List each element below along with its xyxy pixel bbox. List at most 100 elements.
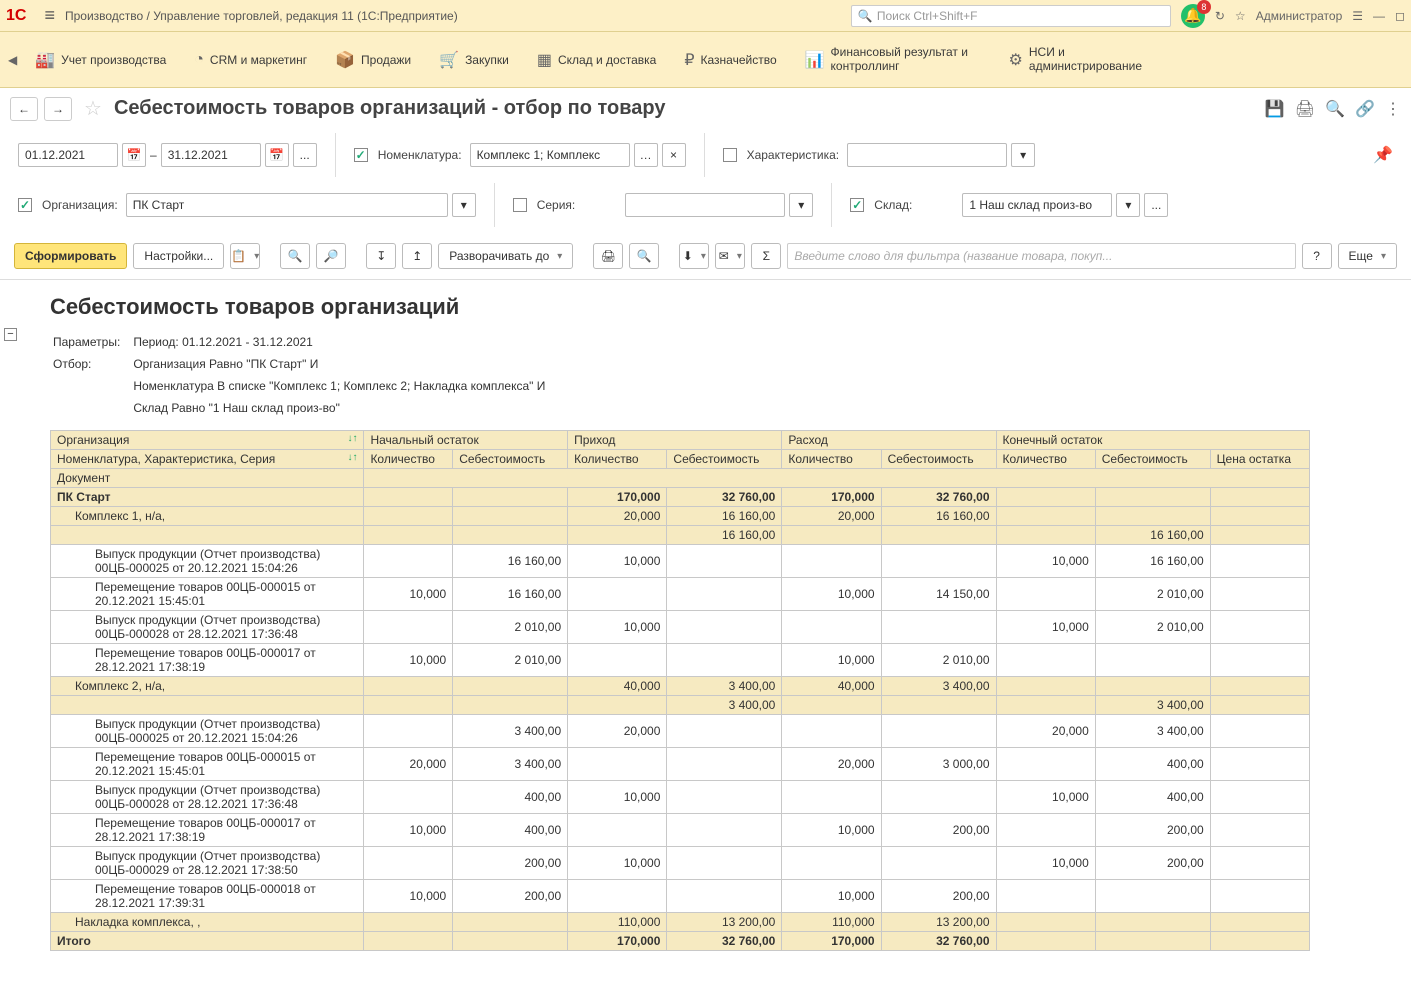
- warehouse-checkbox[interactable]: ✓: [850, 198, 864, 212]
- save-button[interactable]: ⬇: [679, 243, 709, 269]
- global-search[interactable]: 🔍 Поиск Ctrl+Shift+F: [851, 5, 1171, 27]
- col-in-cost[interactable]: Себестоимость: [667, 450, 782, 469]
- sum-button[interactable]: Σ: [751, 243, 781, 269]
- col-end-qty[interactable]: Количество: [996, 450, 1095, 469]
- col-nomenclature[interactable]: Номенклатура, Характеристика, Серия↓↑: [51, 450, 364, 469]
- find-button[interactable]: 🔍: [280, 243, 310, 269]
- nomenclature-field[interactable]: Комплекс 1; Комплекс: [470, 143, 630, 167]
- user-label[interactable]: Администратор: [1256, 9, 1343, 23]
- section-treasury[interactable]: ₽Казначейство: [670, 50, 790, 70]
- filter-input[interactable]: Введите слово для фильтра (название това…: [787, 243, 1295, 269]
- more-button[interactable]: Еще: [1338, 243, 1397, 269]
- col-start-qty[interactable]: Количество: [364, 450, 453, 469]
- warehouse-dropdown-button[interactable]: ▾: [1116, 193, 1140, 217]
- col-in-qty[interactable]: Количество: [568, 450, 667, 469]
- send-button[interactable]: ✉: [715, 243, 745, 269]
- characteristic-checkbox[interactable]: [723, 148, 737, 162]
- nav-back-button[interactable]: ←: [10, 97, 38, 121]
- date-from-calendar-button[interactable]: 📅: [122, 143, 146, 167]
- section-nsi[interactable]: ⚙НСИ и администрирование: [995, 46, 1163, 72]
- table-row[interactable]: ПК Старт170,00032 760,00170,00032 760,00: [51, 488, 1310, 507]
- favorite-icon[interactable]: ☆: [1235, 9, 1246, 23]
- table-row[interactable]: Итого170,00032 760,00170,00032 760,00: [51, 932, 1310, 951]
- warehouse-more-button[interactable]: ...: [1144, 193, 1168, 217]
- series-field[interactable]: [625, 193, 785, 217]
- table-row[interactable]: Выпуск продукции (Отчет производства) 00…: [51, 611, 1310, 644]
- maximize-icon[interactable]: ◻: [1395, 9, 1405, 23]
- collapse-root-button[interactable]: −: [4, 328, 17, 341]
- more-menu-icon[interactable]: ⋮: [1385, 99, 1401, 119]
- table-row[interactable]: Перемещение товаров 00ЦБ-000018 от 28.12…: [51, 880, 1310, 913]
- save-icon[interactable]: 💾: [1265, 99, 1285, 119]
- date-to-calendar-button[interactable]: 📅: [265, 143, 289, 167]
- date-to-field[interactable]: 31.12.2021: [161, 143, 261, 167]
- date-dash: –: [150, 148, 157, 162]
- settings-icon[interactable]: ☰: [1352, 9, 1363, 23]
- settings-button[interactable]: Настройки...: [133, 243, 224, 269]
- link-icon[interactable]: 🔗: [1355, 99, 1375, 119]
- table-row[interactable]: Выпуск продукции (Отчет производства) 00…: [51, 847, 1310, 880]
- help-button[interactable]: ?: [1302, 243, 1332, 269]
- print-icon[interactable]: 🖨: [1295, 99, 1315, 119]
- sections-left-arrow[interactable]: ◀: [4, 53, 21, 67]
- section-production[interactable]: 🏭Учет производства: [21, 50, 180, 70]
- collapse-groups-button[interactable]: ↧: [366, 243, 396, 269]
- table-row[interactable]: Выпуск продукции (Отчет производства) 00…: [51, 545, 1310, 578]
- table-row[interactable]: Перемещение товаров 00ЦБ-000017 от 28.12…: [51, 644, 1310, 677]
- filters-panel: 01.12.2021 📅 – 31.12.2021 📅 ... ✓ Номенк…: [0, 129, 1411, 237]
- section-finance[interactable]: 📊Финансовый результат и контроллинг: [791, 46, 995, 72]
- col-out-qty[interactable]: Количество: [782, 450, 881, 469]
- series-dropdown-button[interactable]: ▾: [789, 193, 813, 217]
- nomenclature-checkbox[interactable]: ✓: [354, 148, 368, 162]
- form-button[interactable]: Сформировать: [14, 243, 127, 269]
- table-row[interactable]: Накладка комплекса, ,110,00013 200,00110…: [51, 913, 1310, 932]
- table-row[interactable]: Выпуск продукции (Отчет производства) 00…: [51, 715, 1310, 748]
- col-document[interactable]: Документ: [51, 469, 364, 488]
- col-out-cost[interactable]: Себестоимость: [881, 450, 996, 469]
- table-row[interactable]: Комплекс 1, н/а,20,00016 160,0020,00016 …: [51, 507, 1310, 526]
- nomenclature-clear-button[interactable]: ×: [662, 143, 686, 167]
- col-end-price[interactable]: Цена остатка: [1210, 450, 1309, 469]
- organization-field[interactable]: ПК Старт: [126, 193, 448, 217]
- col-end-cost[interactable]: Себестоимость: [1095, 450, 1210, 469]
- section-purchases[interactable]: 🛒Закупки: [425, 50, 523, 70]
- warehouse-field[interactable]: 1 Наш склад произ-во: [962, 193, 1112, 217]
- nav-forward-button[interactable]: →: [44, 97, 72, 121]
- section-sales[interactable]: 📦Продажи: [321, 50, 425, 70]
- table-row[interactable]: Перемещение товаров 00ЦБ-000015 от 20.12…: [51, 578, 1310, 611]
- table-row[interactable]: Перемещение товаров 00ЦБ-000017 от 28.12…: [51, 814, 1310, 847]
- col-organization[interactable]: Организация↓↑: [51, 431, 364, 450]
- table-row[interactable]: Комплекс 2, н/а,40,0003 400,0040,0003 40…: [51, 677, 1310, 696]
- table-row[interactable]: 16 160,0016 160,00: [51, 526, 1310, 545]
- notifications-button[interactable]: 🔔 8: [1181, 4, 1205, 28]
- preview-icon[interactable]: 🔍: [1325, 99, 1345, 119]
- section-warehouse[interactable]: ▦Склад и доставка: [523, 50, 671, 70]
- nomenclature-more-button[interactable]: …: [634, 143, 658, 167]
- preview-button[interactable]: 🔍: [629, 243, 659, 269]
- favorite-star-icon[interactable]: ☆: [84, 96, 102, 121]
- table-row[interactable]: Перемещение товаров 00ЦБ-000015 от 20.12…: [51, 748, 1310, 781]
- organization-checkbox[interactable]: ✓: [18, 198, 32, 212]
- find-next-button[interactable]: 🔎: [316, 243, 346, 269]
- gear-icon: ⚙: [1009, 50, 1023, 70]
- col-outcome-group: Расход: [782, 431, 996, 450]
- date-more-button[interactable]: ...: [293, 143, 317, 167]
- section-crm[interactable]: ◔CRM и маркетинг: [180, 51, 321, 69]
- print-button[interactable]: 🖨: [593, 243, 623, 269]
- organization-dropdown-button[interactable]: ▾: [452, 193, 476, 217]
- expand-to-button[interactable]: Разворачивать до: [438, 243, 573, 269]
- minimize-icon[interactable]: —: [1373, 9, 1385, 23]
- pin-icon[interactable]: 📌: [1373, 145, 1393, 165]
- table-row[interactable]: 3 400,003 400,00: [51, 696, 1310, 715]
- date-from-field[interactable]: 01.12.2021: [18, 143, 118, 167]
- expand-groups-button[interactable]: ↥: [402, 243, 432, 269]
- organization-label: Организация:: [42, 198, 118, 212]
- history-icon[interactable]: ↻: [1215, 9, 1225, 23]
- characteristic-dropdown-button[interactable]: ▾: [1011, 143, 1035, 167]
- table-row[interactable]: Выпуск продукции (Отчет производства) 00…: [51, 781, 1310, 814]
- series-checkbox[interactable]: [513, 198, 527, 212]
- menu-icon[interactable]: ≡: [44, 5, 55, 26]
- characteristic-field[interactable]: [847, 143, 1007, 167]
- col-start-cost[interactable]: Себестоимость: [453, 450, 568, 469]
- variants-button[interactable]: 📋: [230, 243, 260, 269]
